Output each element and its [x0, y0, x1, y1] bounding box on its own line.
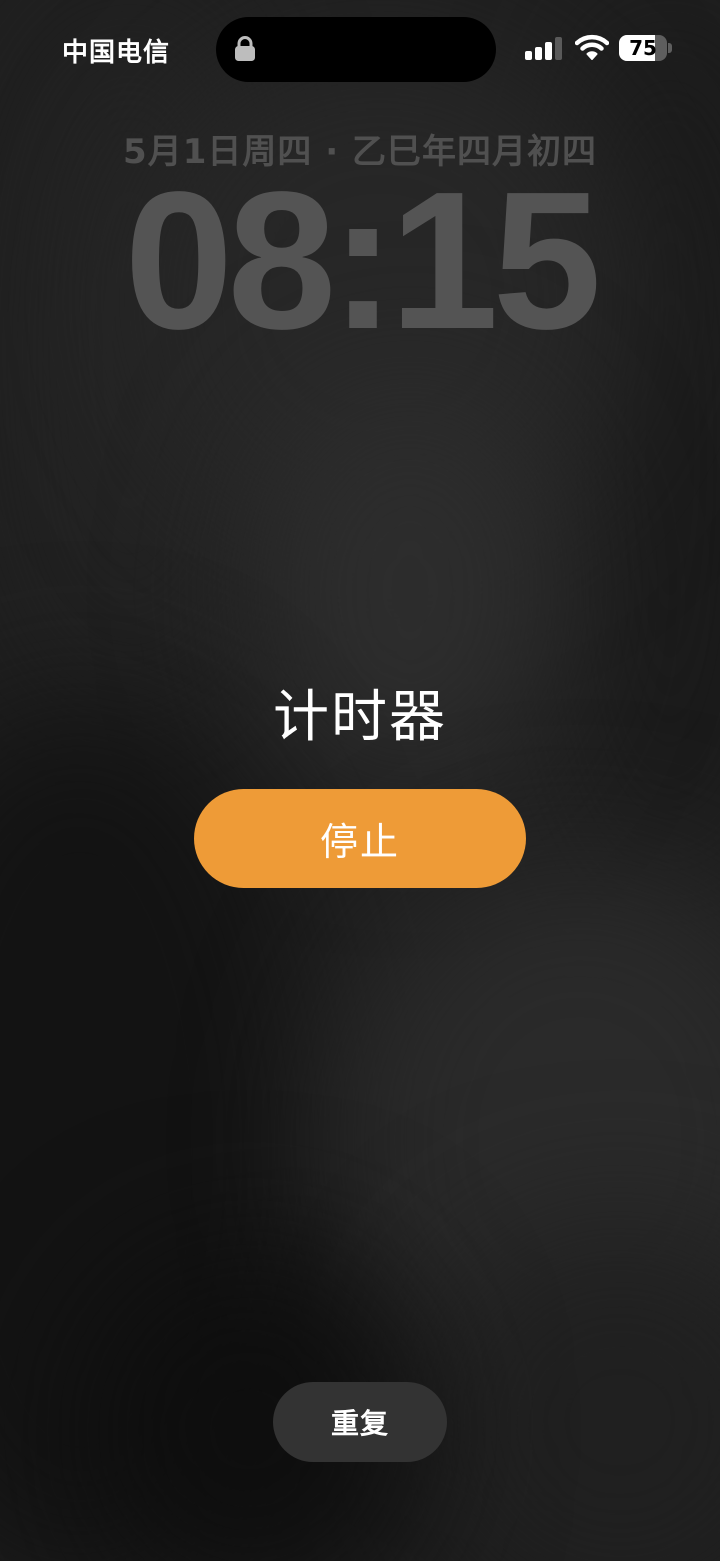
lock-screen-clock: 08:15	[124, 151, 601, 370]
status-bar: 中国电信 75	[0, 0, 720, 100]
carrier-name: 中国电信	[62, 38, 171, 68]
lock-icon	[235, 36, 255, 61]
dynamic-island	[216, 17, 496, 82]
battery-percent: 75	[629, 36, 657, 60]
cellular-signal-icon	[525, 37, 562, 60]
repeat-button[interactable]: 重复	[273, 1382, 447, 1462]
stop-button-label: 停止	[319, 820, 400, 864]
wifi-icon	[575, 34, 609, 60]
battery-tip	[668, 43, 672, 53]
timer-alert-title: 计时器	[273, 685, 447, 750]
repeat-button-label: 重复	[330, 1407, 389, 1440]
stop-button[interactable]: 停止	[194, 789, 526, 888]
battery-icon: 75	[619, 35, 667, 61]
